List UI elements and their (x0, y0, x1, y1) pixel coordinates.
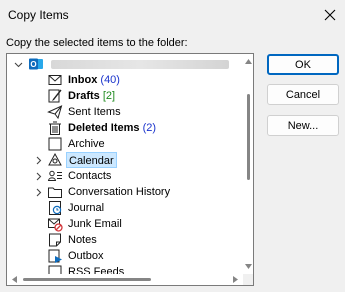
scroll-right-icon[interactable] (230, 274, 241, 285)
archive-icon (47, 136, 63, 152)
folder-item-contacts[interactable]: Contacts (7, 168, 239, 184)
folder-label: Outbox (66, 248, 105, 264)
folder-name: Notes (68, 234, 97, 246)
expand-chevron-icon[interactable] (33, 168, 43, 184)
close-button[interactable] (315, 0, 345, 30)
folder-tree[interactable]: O Inbox (40) Drafts [2] Sent Items Deleted … (6, 53, 254, 286)
folder-item-inbox[interactable]: Inbox (40) (7, 72, 239, 88)
cancel-button[interactable]: Cancel (267, 84, 339, 105)
notes-icon (47, 232, 63, 248)
folder-item-sent-items[interactable]: Sent Items (7, 104, 239, 120)
folder-label: Junk Email (66, 216, 124, 232)
junk-email-icon (47, 216, 63, 232)
folder-label: Notes (66, 232, 99, 248)
folder-name: Sent Items (68, 106, 121, 118)
folder-name: Archive (68, 138, 105, 150)
unread-count-badge: (2) (142, 122, 157, 134)
folder-item-notes[interactable]: Notes (7, 232, 239, 248)
contacts-icon (47, 168, 63, 184)
folder-name: Outbox (68, 250, 104, 262)
window-title: Copy Items (8, 8, 69, 22)
calendar-icon (47, 152, 63, 168)
folder-name: Inbox (68, 74, 98, 86)
svg-text:O: O (30, 60, 36, 69)
expand-chevron-icon[interactable] (33, 152, 43, 168)
horizontal-scrollbar[interactable] (7, 274, 243, 285)
folder-label: Contacts (66, 168, 113, 184)
folder-name: Calendar (69, 155, 114, 167)
scrollbar-corner (243, 274, 253, 285)
scroll-left-icon[interactable] (9, 274, 20, 285)
folder-label: Calendar (66, 152, 117, 168)
inbox-icon (47, 72, 63, 88)
folder-label: Deleted Items (2) (66, 120, 158, 136)
folder-name: Conversation History (68, 186, 171, 198)
close-icon (324, 9, 336, 21)
journal-icon (47, 200, 63, 216)
unread-count-badge: (40) (100, 74, 120, 86)
tree-account-row[interactable]: O (7, 56, 239, 72)
folder-icon (47, 184, 63, 200)
folder-prompt-label: Copy the selected items to the folder: (6, 37, 188, 49)
title-bar: Copy Items (0, 0, 345, 30)
folder-label: Inbox (40) (66, 72, 122, 88)
folder-name: Drafts (68, 90, 100, 102)
expand-chevron-icon[interactable] (33, 184, 43, 200)
folder-label: Drafts [2] (66, 88, 117, 104)
horizontal-scroll-thumb[interactable] (23, 278, 151, 281)
folder-label: Archive (66, 136, 107, 152)
folder-item-drafts[interactable]: Drafts [2] (7, 88, 239, 104)
vertical-scrollbar[interactable] (243, 54, 253, 274)
folder-name: Contacts (68, 170, 112, 182)
drafts-icon (47, 88, 63, 104)
ok-button[interactable]: OK (267, 54, 339, 75)
folder-name: Journal (68, 202, 105, 214)
scroll-up-icon[interactable] (243, 56, 253, 67)
folder-item-outbox[interactable]: Outbox (7, 248, 239, 264)
outbox-icon (47, 248, 63, 264)
folder-item-journal[interactable]: Journal (7, 200, 239, 216)
folder-item-archive[interactable]: Archive (7, 136, 239, 152)
folder-name: Junk Email (68, 218, 122, 230)
scroll-down-icon[interactable] (243, 261, 253, 272)
folder-item-deleted-items[interactable]: Deleted Items (2) (7, 120, 239, 136)
new-folder-button[interactable]: New... (267, 115, 339, 136)
sent-items-icon (47, 104, 63, 120)
folder-item-junk-email[interactable]: Junk Email (7, 216, 239, 232)
trash-icon (47, 120, 63, 136)
vertical-scroll-thumb[interactable] (247, 94, 250, 180)
folder-label: Conversation History (66, 184, 172, 200)
outlook-icon: O (28, 56, 44, 72)
unread-count-badge: [2] (102, 90, 116, 102)
folder-item-conversation-history[interactable]: Conversation History (7, 184, 239, 200)
account-name (51, 60, 229, 69)
folder-label: Journal (66, 200, 106, 216)
collapse-chevron-icon[interactable] (13, 56, 23, 72)
folder-label: Sent Items (66, 104, 123, 120)
folder-item-calendar[interactable]: Calendar (7, 152, 239, 168)
folder-name: Deleted Items (68, 122, 140, 134)
